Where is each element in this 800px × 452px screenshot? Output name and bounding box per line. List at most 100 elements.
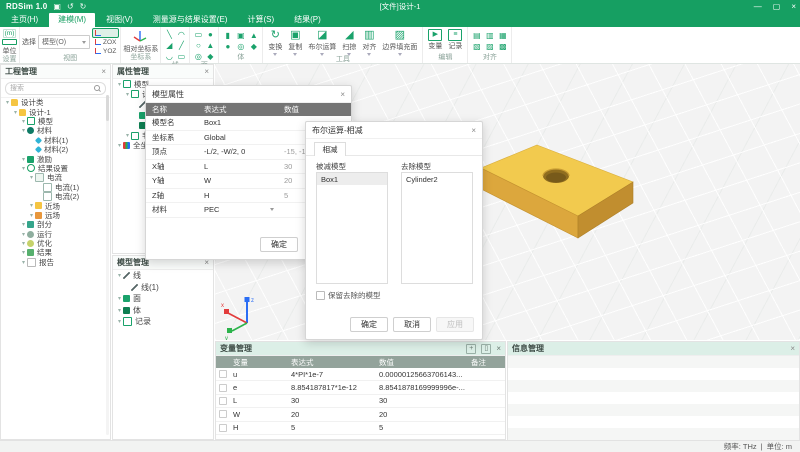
expander-icon[interactable]: ▾ (20, 165, 27, 172)
variable-row[interactable]: W2020 (216, 408, 505, 421)
cone-icon[interactable]: ▲ (250, 31, 258, 41)
expander-icon[interactable]: ▾ (20, 156, 27, 163)
menu-tab-4[interactable]: 计算(S) (238, 13, 283, 27)
menu-tab-3[interactable]: 测量源与结果设置(E) (144, 13, 237, 27)
align-top-icon[interactable]: ▧ (473, 42, 481, 52)
segment-icon[interactable]: ▭ (178, 52, 186, 62)
row-checkbox[interactable] (219, 397, 227, 405)
menu-tab-5[interactable]: 结果(P) (285, 13, 330, 27)
align-bottom-icon[interactable]: ▩ (499, 42, 507, 52)
boundary-fill-button[interactable]: ▨边界填充面 (379, 29, 420, 56)
row-checkbox[interactable] (219, 384, 227, 392)
expander-icon[interactable]: ▾ (20, 259, 27, 266)
polyline-icon[interactable]: ╱ (179, 41, 184, 51)
variable-row[interactable]: u4*PI*1e-70.00000125663706143... (216, 368, 505, 381)
line-icon[interactable]: ╲ (167, 30, 172, 40)
minuend-list[interactable]: Box1 (316, 172, 388, 284)
tree-item[interactable]: ▾结果 (1, 248, 110, 257)
bool-ok-button[interactable]: 确定 (350, 317, 388, 332)
maximize-button[interactable]: ▢ (773, 2, 781, 11)
props-dialog-close-icon[interactable]: × (340, 90, 345, 99)
variable-row[interactable]: H55 (216, 422, 505, 435)
expander-icon[interactable]: ▾ (28, 174, 35, 181)
expander-icon[interactable]: ▾ (20, 221, 27, 228)
row-checkbox[interactable] (219, 410, 227, 418)
plane-button-1[interactable]: ZOX (93, 38, 118, 46)
expander-icon[interactable]: ▾ (124, 132, 131, 139)
tree-item[interactable]: ▾近场 (1, 201, 110, 210)
torus-icon[interactable]: ◎ (237, 42, 244, 52)
align-button[interactable]: ▥对齐 (359, 29, 379, 56)
project-scrollbar[interactable] (106, 95, 109, 435)
expander-icon[interactable]: ▾ (20, 249, 27, 256)
plane-button-0[interactable] (93, 29, 118, 37)
expander-icon[interactable]: ▾ (20, 118, 27, 125)
corner-icon[interactable]: ◢ (166, 41, 172, 51)
expander-icon[interactable]: ▾ (28, 212, 35, 219)
align-middle-icon[interactable]: ▨ (486, 42, 494, 52)
ring-icon[interactable]: ◎ (195, 52, 202, 62)
plane-button-2[interactable]: YOZ (93, 47, 118, 55)
unit-button[interactable]: (m) 单位 (2, 29, 17, 56)
expander-icon[interactable]: ▾ (116, 272, 123, 279)
sweep-button[interactable]: ◢扫掠 (339, 29, 359, 56)
expander-icon[interactable]: ▾ (20, 127, 27, 134)
list-item[interactable]: Box1 (317, 173, 387, 185)
tree-item[interactable]: ▾模型 (1, 117, 110, 126)
align-left-icon[interactable]: ▤ (473, 31, 481, 41)
close-button[interactable]: × (791, 2, 796, 11)
message-panel-close-icon[interactable]: × (790, 344, 795, 353)
tree-item[interactable]: ▾材料 (1, 126, 110, 135)
undo-icon[interactable]: ↺ (67, 0, 74, 13)
tree-item[interactable]: ▾电流 (1, 173, 110, 182)
expander-icon[interactable]: ▾ (28, 202, 35, 209)
rectangle-icon[interactable]: ▭ (195, 30, 203, 40)
tree-item[interactable]: ▾面 (113, 293, 213, 305)
circle-icon[interactable]: ● (208, 30, 213, 40)
redo-icon[interactable]: ↻ (80, 0, 87, 13)
menu-tab-1[interactable]: 建模(M) (49, 13, 95, 27)
expander-icon[interactable]: ▾ (116, 318, 123, 325)
row-checkbox[interactable] (219, 424, 227, 432)
tree-item[interactable]: ▾结果设置 (1, 164, 110, 173)
tree-item[interactable]: ▾运行 (1, 229, 110, 238)
variable-button[interactable]: ▶变量 (425, 29, 445, 51)
copy-button[interactable]: ▣复制 (285, 29, 305, 56)
tree-item[interactable]: 材料(2) (1, 145, 110, 154)
save-icon[interactable]: ▣ (53, 0, 61, 13)
variables-panel-close-icon[interactable]: × (496, 344, 501, 353)
tree-item[interactable]: ▾优化 (1, 239, 110, 248)
tree-item[interactable]: 电流(2) (1, 192, 110, 201)
minimize-button[interactable]: — (754, 2, 762, 11)
arc-icon[interactable]: ◠ (178, 30, 185, 40)
triangle-icon[interactable]: ▲ (206, 41, 214, 51)
record-button[interactable]: ≡记录 (445, 29, 465, 51)
tree-item[interactable]: ▾远场 (1, 211, 110, 220)
tree-item[interactable]: ▾剖分 (1, 220, 110, 229)
align-center-icon[interactable]: ▥ (486, 31, 494, 41)
expander-icon[interactable]: ▾ (4, 99, 11, 106)
bool-cancel-button[interactable]: 取消 (393, 317, 431, 332)
expander-icon[interactable]: ▾ (116, 142, 123, 149)
spline-icon[interactable]: ◡ (166, 52, 173, 62)
bool-dialog-close-icon[interactable]: × (471, 126, 476, 135)
tree-item[interactable]: 电流(1) (1, 183, 110, 192)
row-checkbox[interactable] (219, 370, 227, 378)
tree-item[interactable]: 线(1) (113, 282, 213, 294)
menu-tab-2[interactable]: 视图(V) (97, 13, 142, 27)
subtrahend-list[interactable]: Cylinder2 (401, 172, 473, 284)
subtract-tab[interactable]: 相减 (314, 142, 346, 156)
attribute-panel-close-icon[interactable]: × (204, 67, 209, 76)
expander-icon[interactable]: ▾ (116, 307, 123, 314)
tree-item[interactable]: ▾设计类 (1, 98, 110, 107)
box-icon[interactable]: ▮ (226, 31, 230, 41)
expander-icon[interactable]: ▾ (116, 295, 123, 302)
tree-item[interactable]: ▾报告 (1, 258, 110, 267)
expander-icon[interactable]: ▾ (116, 81, 123, 88)
tree-item[interactable]: ▾记录 (113, 316, 213, 328)
transform-button[interactable]: ↻变换 (265, 29, 285, 56)
pyramid-icon[interactable]: ◆ (251, 42, 257, 52)
menu-tab-0[interactable]: 主页(H) (2, 13, 47, 27)
tree-item[interactable]: ▾激励 (1, 154, 110, 163)
variable-row[interactable]: e8.854187817*1e-128.8541878169999996e-..… (216, 381, 505, 394)
